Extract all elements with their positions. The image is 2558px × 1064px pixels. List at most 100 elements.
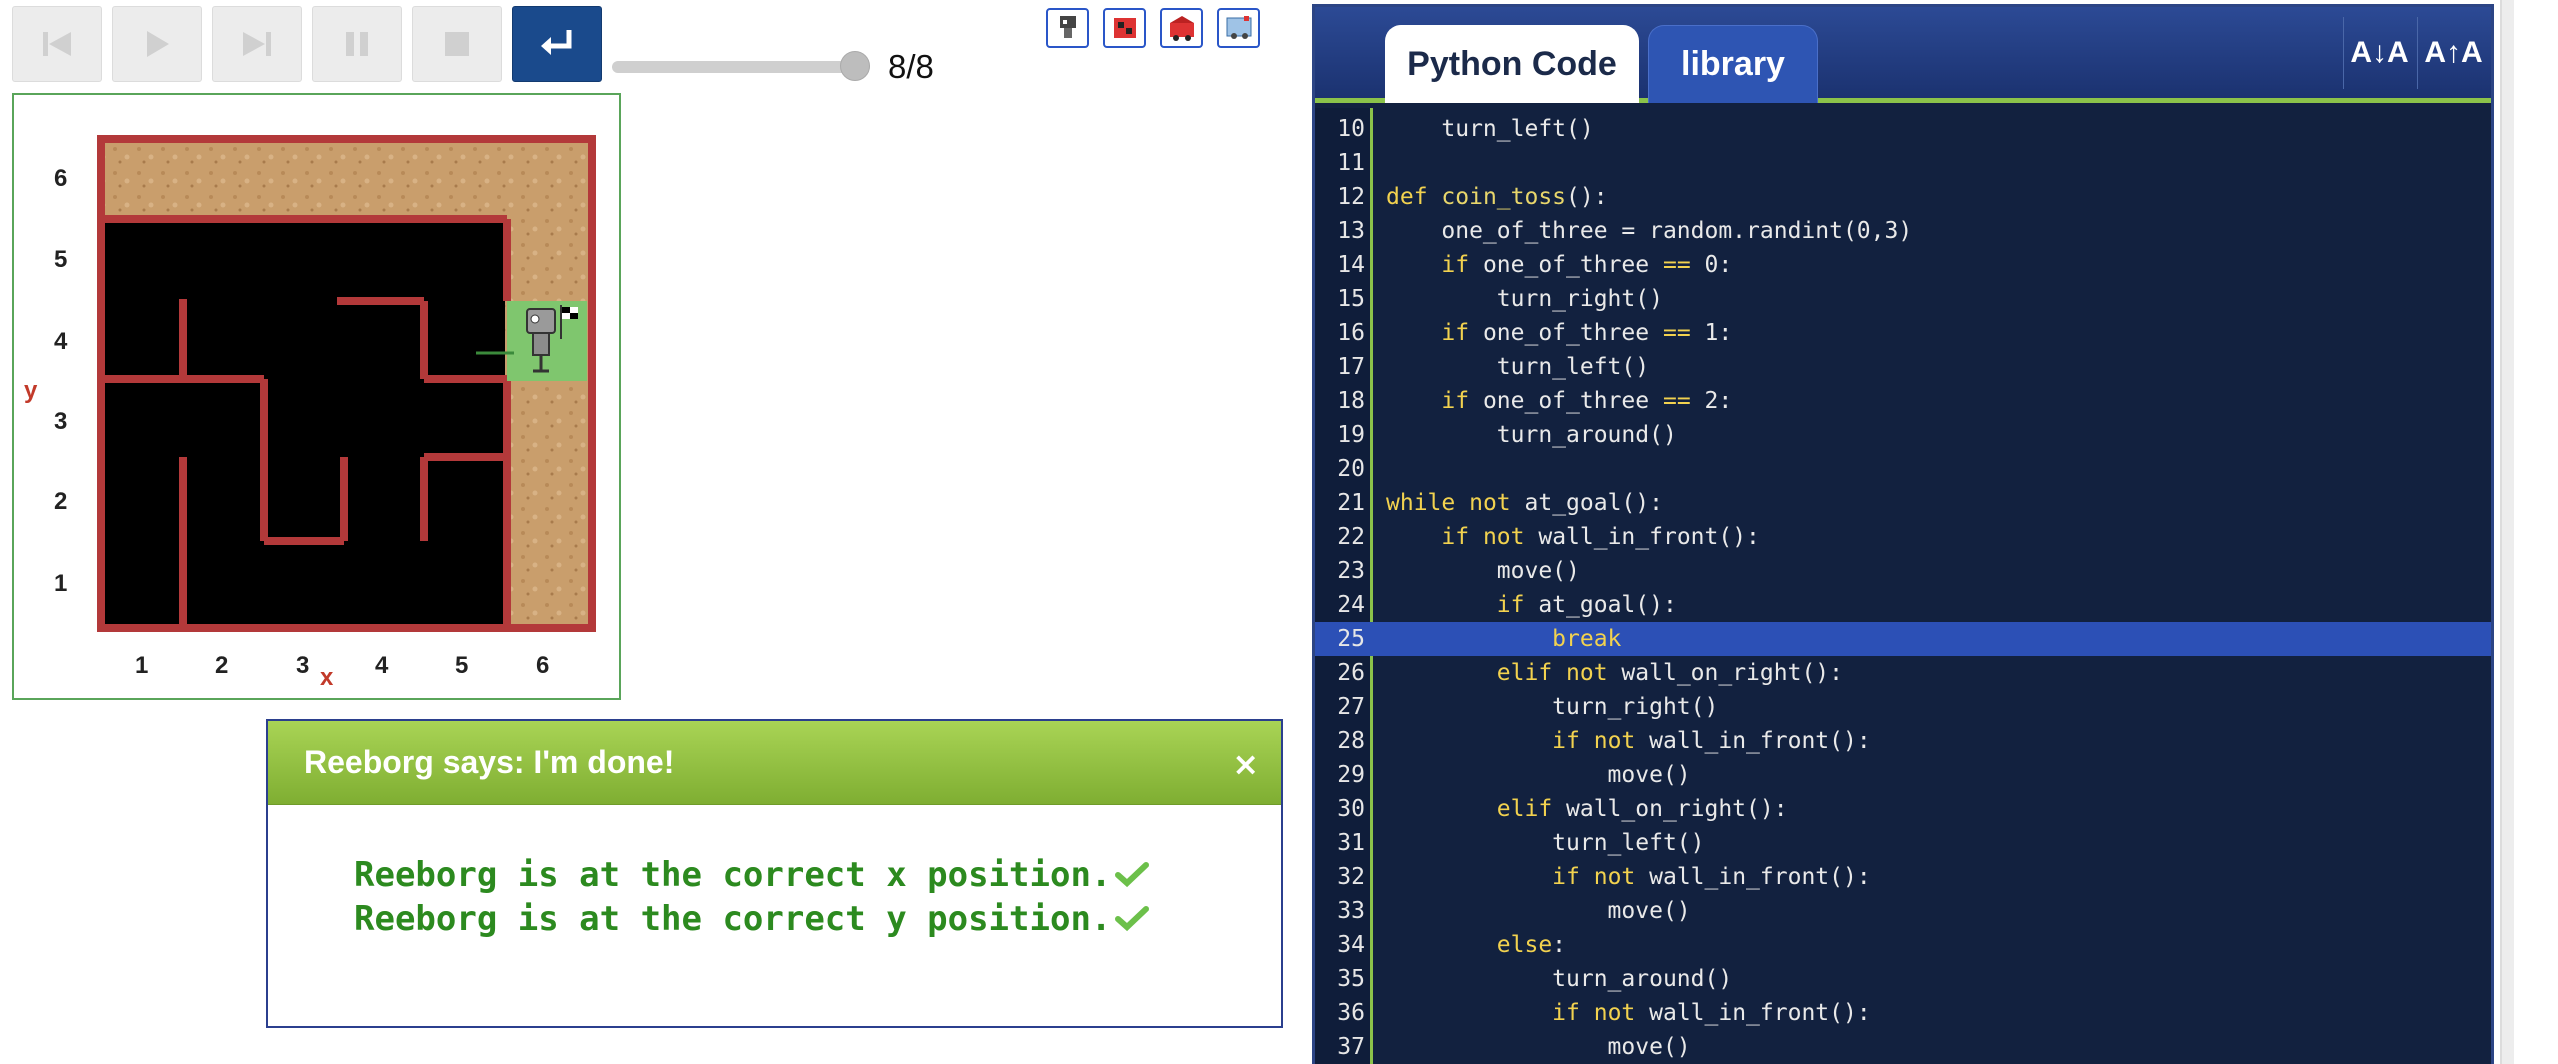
line-number: 26 — [1337, 660, 1365, 686]
maze-view: 6 5 4 3 2 1 1 2 3 4 5 6 x y — [24, 135, 596, 691]
pause-button[interactable] — [312, 6, 402, 82]
code-text: turn_left() — [1386, 830, 1705, 856]
stop-icon — [445, 32, 469, 56]
y-tick: 4 — [54, 328, 68, 355]
code-line[interactable]: 28 if not wall_in_front(): — [1315, 724, 2491, 758]
reload-button[interactable] — [12, 6, 102, 82]
code-editor-panel: Python Code library A↓A A↑A 10 turn_left… — [1312, 4, 2494, 1064]
code-text: elif wall_on_right(): — [1496, 796, 1788, 822]
line-number: 27 — [1337, 694, 1365, 720]
code-line[interactable]: 12 def coin_toss(): — [1315, 180, 2491, 214]
step-icon — [243, 32, 271, 56]
code-text: if one_of_three == 1: — [1441, 320, 1733, 346]
step-button[interactable] — [212, 6, 302, 82]
code-line[interactable]: 30 elif wall_on_right(): — [1315, 792, 2491, 826]
world-tool-icons — [1046, 8, 1260, 48]
dialog-header: Reeborg says: I'm done! × — [268, 721, 1281, 805]
play-button[interactable] — [112, 6, 202, 82]
code-text: turn_left() — [1386, 354, 1650, 380]
robot-button[interactable] — [1046, 8, 1089, 48]
x-tick: 2 — [215, 652, 228, 679]
code-text: break — [1552, 626, 1622, 652]
world-canvas: 6 5 4 3 2 1 1 2 3 4 5 6 x y — [12, 93, 621, 700]
dialog-title: Reeborg says: I'm done! — [304, 744, 675, 780]
line-number: 23 — [1337, 558, 1365, 584]
x-tick: 5 — [455, 652, 468, 679]
code-area[interactable]: 10 turn_left() 11 12 def coin_toss(): 13 one… — [1315, 108, 2491, 1064]
code-line[interactable]: 33 move() — [1315, 894, 2491, 928]
code-line[interactable]: 21 while not at_goal(): — [1315, 486, 2491, 520]
line-number: 28 — [1337, 728, 1365, 754]
code-line[interactable]: 15 turn_right() — [1315, 282, 2491, 316]
code-text: if one_of_three == 0: — [1441, 252, 1733, 278]
line-number: 36 — [1337, 1000, 1365, 1026]
code-text: move() — [1386, 558, 1580, 584]
return-icon — [541, 30, 572, 55]
home-button[interactable] — [1160, 8, 1203, 48]
code-line[interactable]: 14 if one_of_three == 0: — [1315, 248, 2491, 282]
code-text: turn_right() — [1386, 286, 1663, 312]
code-text: one_of_three = random.randint(0,3) — [1386, 218, 1913, 244]
editor-tab-bar: Python Code library A↓A A↑A — [1315, 7, 2491, 103]
code-line[interactable]: 31 turn_left() — [1315, 826, 2491, 860]
code-line[interactable]: 18 if one_of_three == 2: — [1315, 384, 2491, 418]
code-line[interactable]: 20 — [1315, 452, 2491, 486]
line-number: 21 — [1337, 490, 1365, 516]
message-text: Reeborg is at the correct y position. — [354, 899, 1112, 939]
code-line[interactable]: 25 break — [1315, 622, 2491, 656]
code-text: turn_around() — [1386, 422, 1677, 448]
increase-font-button[interactable]: A↑A — [2417, 17, 2489, 89]
code-line[interactable]: 23 move() — [1315, 554, 2491, 588]
step-slider[interactable] — [612, 51, 870, 81]
decrease-font-button[interactable]: A↓A — [2343, 17, 2415, 89]
code-line[interactable]: 22 if not wall_in_front(): — [1315, 520, 2491, 554]
code-line[interactable]: 10 turn_left() — [1315, 112, 2491, 146]
code-text: else: — [1496, 932, 1567, 958]
x-tick: 6 — [536, 652, 549, 679]
code-text: move() — [1386, 762, 1691, 788]
code-text: move() — [1386, 1034, 1691, 1060]
page-scrollbar[interactable] — [2500, 0, 2514, 1064]
code-text: if not wall_in_front(): — [1552, 728, 1871, 754]
code-line[interactable]: 27 turn_right() — [1315, 690, 2491, 724]
line-number: 13 — [1337, 218, 1365, 244]
line-number: 15 — [1337, 286, 1365, 312]
slider-handle[interactable] — [840, 51, 870, 81]
code-text: turn_around() — [1386, 966, 1733, 992]
line-number: 10 — [1337, 116, 1365, 142]
y-tick: 2 — [54, 488, 67, 515]
line-number: 37 — [1337, 1034, 1365, 1060]
code-line[interactable]: 26 elif not wall_on_right(): — [1315, 656, 2491, 690]
code-text: if at_goal(): — [1496, 592, 1677, 618]
code-text: if not wall_in_front(): — [1552, 1000, 1871, 1026]
close-icon[interactable]: × — [1232, 745, 1259, 783]
code-text: if not wall_in_front(): — [1441, 524, 1760, 550]
tab-library[interactable]: library — [1648, 25, 1818, 103]
code-line[interactable]: 37 move() — [1315, 1030, 2491, 1064]
return-button[interactable] — [512, 6, 602, 82]
code-line[interactable]: 13 one_of_three = random.randint(0,3) — [1315, 214, 2491, 248]
line-number: 33 — [1337, 898, 1365, 924]
stop-button[interactable] — [412, 6, 502, 82]
y-axis-label: y — [24, 377, 38, 404]
code-line[interactable]: 19 turn_around() — [1315, 418, 2491, 452]
code-line[interactable]: 16 if one_of_three == 1: — [1315, 316, 2491, 350]
code-line[interactable]: 36 if not wall_in_front(): — [1315, 996, 2491, 1030]
code-line[interactable]: 11 — [1315, 146, 2491, 180]
code-line[interactable]: 29 move() — [1315, 758, 2491, 792]
code-line[interactable]: 32 if not wall_in_front(): — [1315, 860, 2491, 894]
play-icon — [147, 31, 169, 57]
code-line[interactable]: 17 turn_left() — [1315, 350, 2491, 384]
code-text: move() — [1386, 898, 1691, 924]
world-info-button[interactable] — [1217, 8, 1260, 48]
code-line[interactable]: 24 if at_goal(): — [1315, 588, 2491, 622]
tab-python-code[interactable]: Python Code — [1385, 25, 1639, 103]
step-counter: 8/8 — [888, 48, 934, 85]
wall-button[interactable] — [1103, 8, 1146, 48]
code-line[interactable]: 34 else: — [1315, 928, 2491, 962]
code-line[interactable]: 35 turn_around() — [1315, 962, 2491, 996]
code-text: turn_left() — [1386, 116, 1594, 142]
maze-floor — [105, 219, 505, 624]
wall-icon — [1113, 18, 1136, 38]
y-tick: 6 — [54, 165, 67, 192]
